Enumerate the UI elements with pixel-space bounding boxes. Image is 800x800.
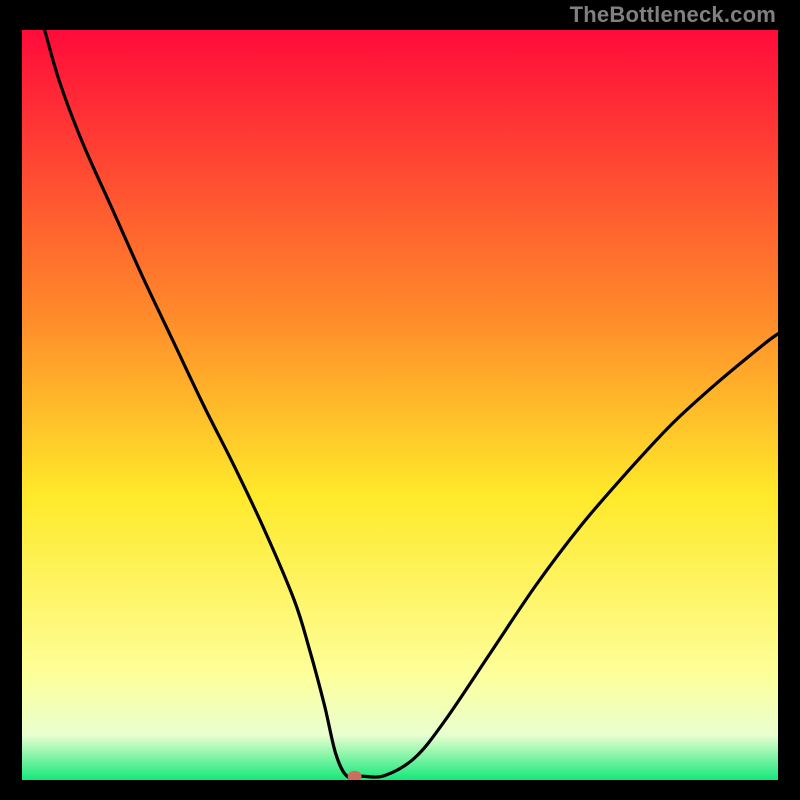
watermark-text: TheBottleneck.com — [570, 2, 776, 28]
chart-frame: { "watermark": "TheBottleneck.com", "col… — [0, 0, 800, 800]
border-bottom — [0, 780, 800, 800]
gradient-background — [22, 30, 778, 780]
bottleneck-chart — [0, 0, 800, 800]
border-left — [0, 0, 22, 800]
border-right — [778, 0, 800, 800]
